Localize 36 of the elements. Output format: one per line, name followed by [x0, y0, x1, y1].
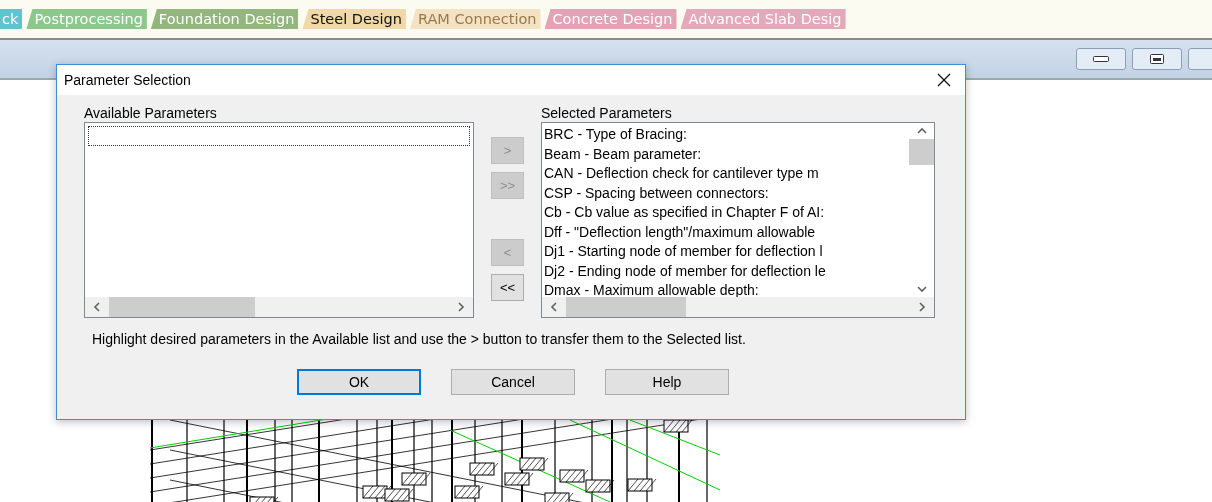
- minimize-icon: [1093, 56, 1109, 62]
- horizontal-scrollbar[interactable]: [542, 297, 934, 317]
- dialog-button[interactable]: Cancel: [451, 369, 575, 395]
- available-list[interactable]: [84, 122, 474, 318]
- scroll-right-icon[interactable]: [457, 302, 465, 312]
- list-item[interactable]: CAN - Deflection check for cantilever type m: [544, 164, 907, 184]
- list-item[interactable]: Cb - Cb value as specified in Chapter F of AI:: [544, 203, 907, 223]
- scroll-up-icon[interactable]: [916, 127, 927, 135]
- dialog-title: Parameter Selection: [64, 72, 191, 88]
- close-icon[interactable]: [937, 73, 951, 87]
- horizontal-scrollbar[interactable]: [85, 297, 473, 317]
- dialog-button[interactable]: Help: [605, 369, 729, 395]
- scroll-thumb[interactable]: [566, 297, 686, 317]
- list-item[interactable]: Dj2 - Ending node of member for deflection le: [544, 261, 907, 281]
- scroll-left-icon[interactable]: [93, 302, 101, 312]
- list-item[interactable]: BRC - Type of Bracing:: [544, 125, 907, 145]
- scroll-down-icon[interactable]: [916, 285, 927, 293]
- list-item[interactable]: Dmax - Maximum allowable depth:: [544, 281, 907, 297]
- dialog-button[interactable]: OK: [297, 369, 421, 395]
- minimize-button[interactable]: [1076, 48, 1126, 70]
- list-item[interactable]: Dj1 - Starting node of member for deflection l: [544, 242, 907, 262]
- list-item[interactable]: Dff - "Deflection length"/maximum allowable: [544, 222, 907, 242]
- restore-icon: [1150, 54, 1164, 64]
- scroll-thumb[interactable]: [109, 297, 255, 317]
- scroll-thumb[interactable]: [909, 139, 934, 165]
- list-item[interactable]: CSP - Spacing between connectors:: [544, 183, 907, 203]
- restore-button[interactable]: [1132, 48, 1182, 70]
- list-label: Available Parameters: [84, 105, 218, 122]
- selected-list[interactable]: [541, 122, 935, 318]
- ribbon-tab[interactable]: Steel Design: [302, 9, 406, 29]
- hint-text: Highlight desired parameters in the Available list and use the > button to transfer them to the Selected list.: [92, 331, 747, 347]
- list-label: Selected Parameters: [541, 105, 673, 122]
- list-item[interactable]: Beam - Beam parameter:: [544, 144, 907, 164]
- scroll-left-icon[interactable]: [550, 302, 558, 312]
- transfer-button[interactable]: <<: [491, 274, 524, 301]
- scroll-right-icon[interactable]: [918, 302, 926, 312]
